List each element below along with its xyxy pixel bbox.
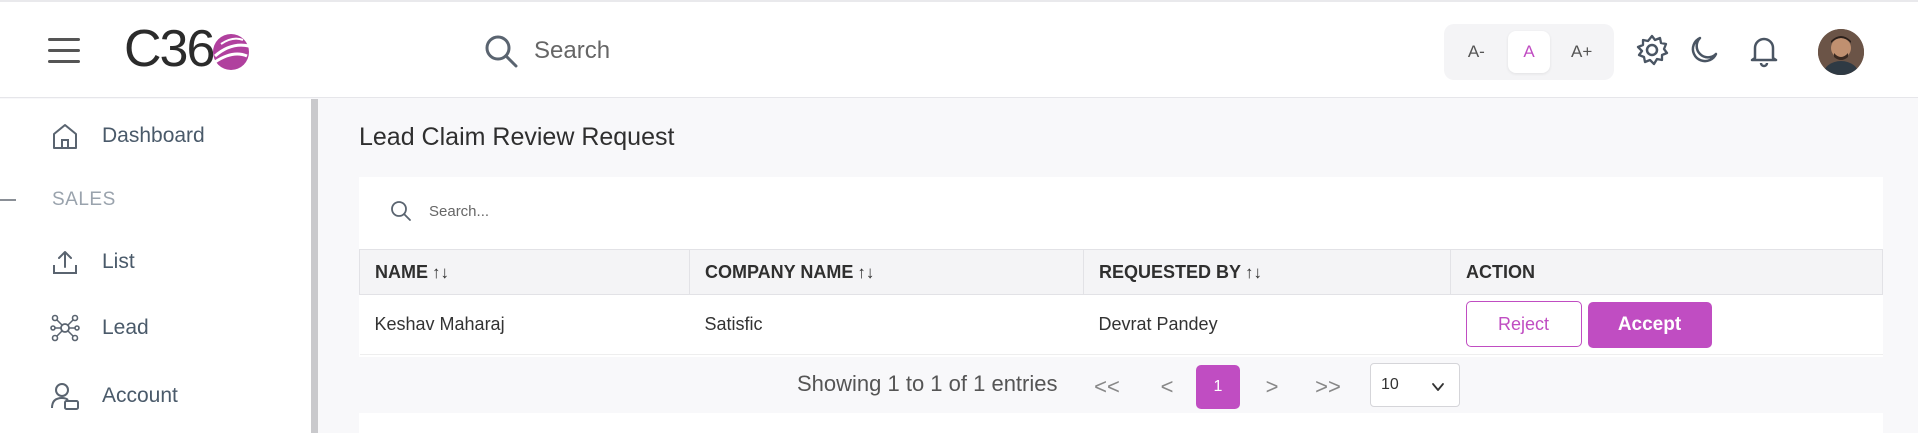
chevron-down-icon [1432, 383, 1444, 391]
cell-name: Keshav Maharaj [359, 294, 690, 355]
cell-requested-by: Devrat Pandey [1083, 294, 1451, 355]
sidebar-item-label: Lead [102, 316, 149, 339]
sidebar-item-list[interactable]: List [50, 247, 135, 277]
page-title: Lead Claim Review Request [359, 123, 675, 151]
global-search-input[interactable] [534, 37, 834, 65]
table-header-row: NAME ↑↓ COMPANY NAME ↑↓ REQUESTED BY ↑↓ ACT… [359, 249, 1883, 295]
font-normal-button[interactable]: A [1507, 31, 1550, 73]
table-row: Keshav Maharaj Satisfic Devrat Pandey Re… [359, 294, 1883, 355]
review-card: NAME↑↓ COMPANY NAME↑↓ REQUESTED BY↑↓ ACT… [359, 177, 1883, 433]
sidebar-item-dashboard[interactable]: Dashboard [50, 121, 205, 151]
cell-actions: Reject Accept [1450, 294, 1883, 355]
table-search [389, 199, 729, 223]
table-search-input[interactable] [429, 202, 729, 220]
bell-icon[interactable] [1746, 32, 1782, 68]
search-icon [485, 35, 518, 68]
sort-icon[interactable]: ↑↓ [1245, 263, 1262, 282]
font-increase-button[interactable]: A+ [1561, 31, 1603, 73]
logo-globe-icon [213, 34, 250, 70]
column-header-name[interactable]: NAME ↑↓ [359, 249, 690, 295]
pagination: Showing 1 to 1 of 1 entries << < 1 > >> … [359, 357, 1883, 413]
avatar[interactable] [1818, 29, 1864, 75]
sidebar-item-label: Dashboard [102, 124, 205, 147]
home-icon [53, 124, 77, 149]
sidebar: Dashboard SALES List Lead Account [0, 99, 318, 433]
global-search [482, 32, 834, 70]
font-size-controls: A- A A+ [1444, 24, 1614, 80]
sort-icon[interactable]: ↑↓ [432, 263, 449, 282]
sort-icon[interactable]: ↑↓ [857, 263, 874, 282]
sidebar-item-label: Account [102, 384, 178, 407]
column-header-company[interactable]: COMPANY NAME ↑↓ [689, 249, 1084, 295]
main-content: Lead Claim Review Request NAME↑↓ COMPANY… [318, 99, 1918, 433]
page-number-button[interactable]: 1 [1196, 365, 1240, 409]
prev-page-button[interactable]: < [1145, 365, 1189, 409]
page-size-value: 10 [1381, 376, 1399, 393]
cell-company: Satisfic [689, 294, 1084, 355]
logo[interactable]: C36 [124, 20, 253, 78]
network-icon [50, 314, 80, 342]
gear-icon[interactable] [1634, 32, 1670, 68]
pagination-info: Showing 1 to 1 of 1 entries [797, 371, 1058, 396]
first-page-button[interactable]: << [1085, 365, 1129, 409]
reject-button[interactable]: Reject [1465, 301, 1582, 348]
top-header: C36 A- A A+ [0, 0, 1918, 98]
sidebar-item-lead[interactable]: Lead [50, 313, 149, 343]
search-icon [391, 201, 411, 221]
moon-icon[interactable] [1686, 32, 1722, 68]
last-page-button[interactable]: >> [1306, 365, 1350, 409]
sidebar-item-label: List [102, 250, 135, 273]
user-account-icon [51, 383, 79, 410]
logo-text: C36 [124, 20, 215, 78]
upload-icon [53, 251, 77, 274]
sidebar-item-account[interactable]: Account [50, 381, 178, 411]
column-header-action: ACTION [1450, 249, 1883, 295]
section-divider [0, 199, 16, 201]
menu-icon[interactable] [48, 38, 80, 64]
accept-button[interactable]: Accept [1587, 301, 1712, 348]
font-decrease-button[interactable]: A- [1455, 31, 1497, 73]
review-table: NAME ↑↓ COMPANY NAME ↑↓ REQUESTED BY ↑↓ ACT… [359, 249, 1883, 355]
next-page-button[interactable]: > [1250, 365, 1294, 409]
sidebar-section-sales: SALES [52, 189, 116, 210]
column-header-requested-by[interactable]: REQUESTED BY ↑↓ [1083, 249, 1451, 295]
page-size-select[interactable]: 10 [1370, 363, 1460, 407]
